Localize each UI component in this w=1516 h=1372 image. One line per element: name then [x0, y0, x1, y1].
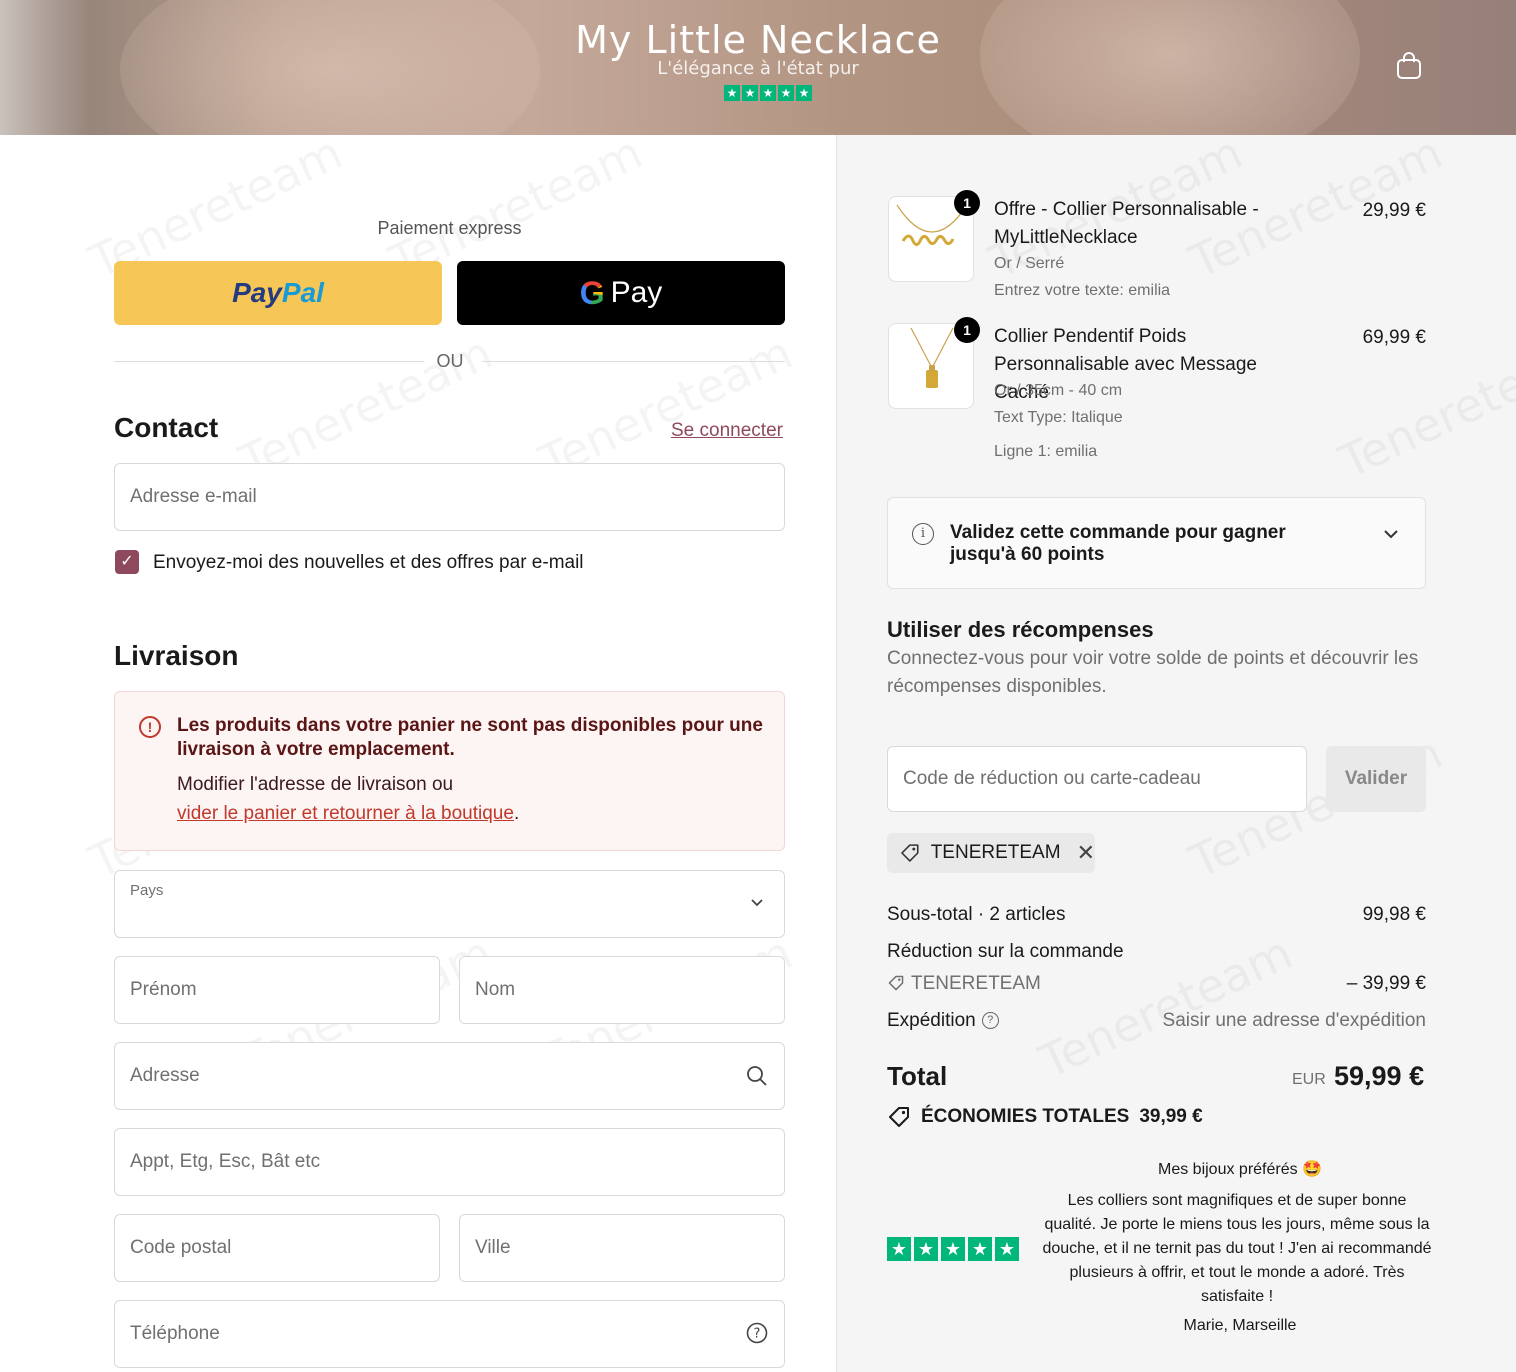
discount-code-field[interactable]: Code de réduction ou carte-cadeau — [887, 746, 1307, 812]
shopping-bag-icon[interactable] — [1396, 52, 1422, 80]
alert-title: Les produits dans votre panier ne sont p… — [177, 715, 763, 760]
star-icon: ★ — [941, 1237, 965, 1261]
google-pay-label: Pay — [610, 276, 663, 309]
help-icon[interactable]: ? — [981, 1012, 999, 1030]
apply-discount-button[interactable]: Valider — [1326, 746, 1426, 812]
review-author: Marie, Marseille — [1183, 1317, 1297, 1334]
chevron-down-icon — [1384, 530, 1398, 539]
country-label: Pays — [130, 882, 164, 899]
total-value: 59,99 € — [1334, 1061, 1425, 1091]
loyalty-points-dropdown[interactable]: i Validez cette commande pour gagner jus… — [887, 497, 1426, 589]
alert-text: Modifier l'adresse de livraison ou — [177, 774, 454, 795]
brand-logo[interactable]: My Little Necklace — [0, 18, 1516, 62]
star-icon: ★ — [742, 85, 758, 101]
quantity-badge: 1 — [954, 317, 980, 343]
shipping-value: Saisir une adresse d'expédition — [1162, 1010, 1426, 1031]
star-icon: ★ — [760, 85, 776, 101]
discount-value: – 39,99 € — [1346, 973, 1426, 994]
info-icon: i — [912, 523, 934, 545]
help-icon[interactable]: ? — [746, 1322, 768, 1344]
rewards-description: Connectez-vous pour voir votre solde de … — [887, 648, 1419, 697]
applied-code-label: TENERETEAM — [930, 842, 1061, 863]
discount-row: Réduction sur la commande — [887, 941, 1124, 962]
empty-cart-link[interactable]: vider le panier et retourner à la boutiq… — [177, 803, 514, 824]
alert-icon: ! — [139, 716, 161, 738]
divider — [482, 361, 785, 362]
review-title: Mes bijoux préférés 🤩 — [1158, 1161, 1322, 1178]
cart-item-variant: Or / 35cm - 40 cm — [994, 382, 1123, 399]
cart-item-price: 29,99 € — [1362, 200, 1426, 221]
delivery-heading: Livraison — [114, 640, 239, 671]
alert-link-line: vider le panier et retourner à la boutiq… — [177, 803, 520, 824]
country-select[interactable] — [114, 870, 785, 938]
address-field[interactable]: Adresse — [114, 1042, 785, 1110]
rewards-heading: Utiliser des récompenses — [887, 617, 1154, 642]
tag-icon — [889, 1107, 909, 1127]
star-icon: ★ — [968, 1237, 992, 1261]
tag-icon — [901, 844, 919, 862]
apartment-field[interactable]: Appt, Etg, Esc, Bât etc — [114, 1128, 785, 1196]
cart-item-option: Entrez votre texte: emilia — [994, 282, 1171, 299]
or-divider-label: OU — [436, 351, 464, 371]
last-name-field[interactable]: Nom — [459, 956, 785, 1024]
cart-item-price: 69,99 € — [1362, 327, 1426, 348]
star-icon: ★ — [914, 1237, 938, 1261]
star-icon: ★ — [887, 1237, 911, 1261]
newsletter-label: Envoyez-moi des nouvelles et des offres … — [153, 552, 584, 573]
store-header: My Little Necklace L'élégance à l'état p… — [0, 0, 1516, 135]
paypal-logo-pal: Pal — [281, 277, 324, 308]
email-placeholder: Adresse e-mail — [130, 486, 257, 507]
paypal-button[interactable]: Pay Pal — [114, 261, 442, 325]
svg-text:?: ? — [754, 1327, 761, 1342]
paypal-logo-pay: Pay — [232, 277, 282, 308]
review-rating-stars: ★ ★ ★ ★ ★ — [887, 1237, 1019, 1261]
delivery-error-alert: ! Les produits dans votre panier ne sont… — [114, 691, 785, 851]
star-icon: ★ — [724, 85, 740, 101]
chevron-down-icon — [751, 899, 763, 907]
newsletter-checkbox[interactable]: ✓ — [115, 550, 139, 574]
remove-discount-icon[interactable]: ✕ — [1077, 840, 1095, 866]
tag-icon — [888, 975, 904, 991]
search-icon[interactable] — [746, 1065, 768, 1087]
cart-item-option: Ligne 1: emilia — [994, 443, 1098, 460]
quantity-badge: 1 — [954, 190, 980, 216]
postal-code-field[interactable]: Code postal — [114, 1214, 440, 1282]
login-link[interactable]: Se connecter — [671, 420, 783, 442]
discount-code-row: TENERETEAM – 39,99 € — [887, 973, 1426, 995]
google-pay-button[interactable]: G Pay — [457, 261, 785, 325]
divider — [114, 361, 424, 362]
review-text: Les colliers sont magnifiques et de supe… — [1042, 1192, 1432, 1305]
express-checkout-label: Paiement express — [377, 218, 522, 238]
loyalty-points-text: Validez cette commande pour gagner jusqu… — [950, 522, 1286, 565]
total-savings: ÉCONOMIES TOTALES 39,99 € — [887, 1105, 1203, 1129]
shipping-row: Expédition? Saisir une adresse d'expédit… — [887, 1010, 1426, 1031]
city-field[interactable]: Ville — [459, 1214, 785, 1282]
cart-item-variant: Or / Serré — [994, 255, 1065, 272]
google-g-icon: G — [579, 274, 605, 311]
email-field[interactable]: Adresse e-mail — [114, 463, 785, 531]
contact-heading: Contact — [114, 412, 219, 443]
star-icon: ★ — [778, 85, 794, 101]
total-currency: EUR — [1292, 1071, 1326, 1088]
cart-item-option: Text Type: Italique — [994, 409, 1123, 426]
header-rating-stars: ★ ★ ★ ★ ★ — [724, 85, 812, 101]
first-name-field[interactable]: Prénom — [114, 956, 440, 1024]
star-icon: ★ — [796, 85, 812, 101]
subtotal-row: Sous-total · 2 articles 99,98 € — [887, 904, 1426, 925]
cart-item-title: Offre - Collier Personnalisable - MyLitt… — [994, 199, 1259, 248]
subtotal-value: 99,98 € — [1362, 904, 1426, 925]
star-icon: ★ — [995, 1237, 1019, 1261]
phone-field[interactable]: Téléphone — [114, 1300, 785, 1368]
total-label: Total — [887, 1061, 948, 1091]
brand-tagline: L'élégance à l'état pur — [657, 58, 859, 79]
applied-discount-chip: TENERETEAM ✕ — [887, 833, 1095, 873]
